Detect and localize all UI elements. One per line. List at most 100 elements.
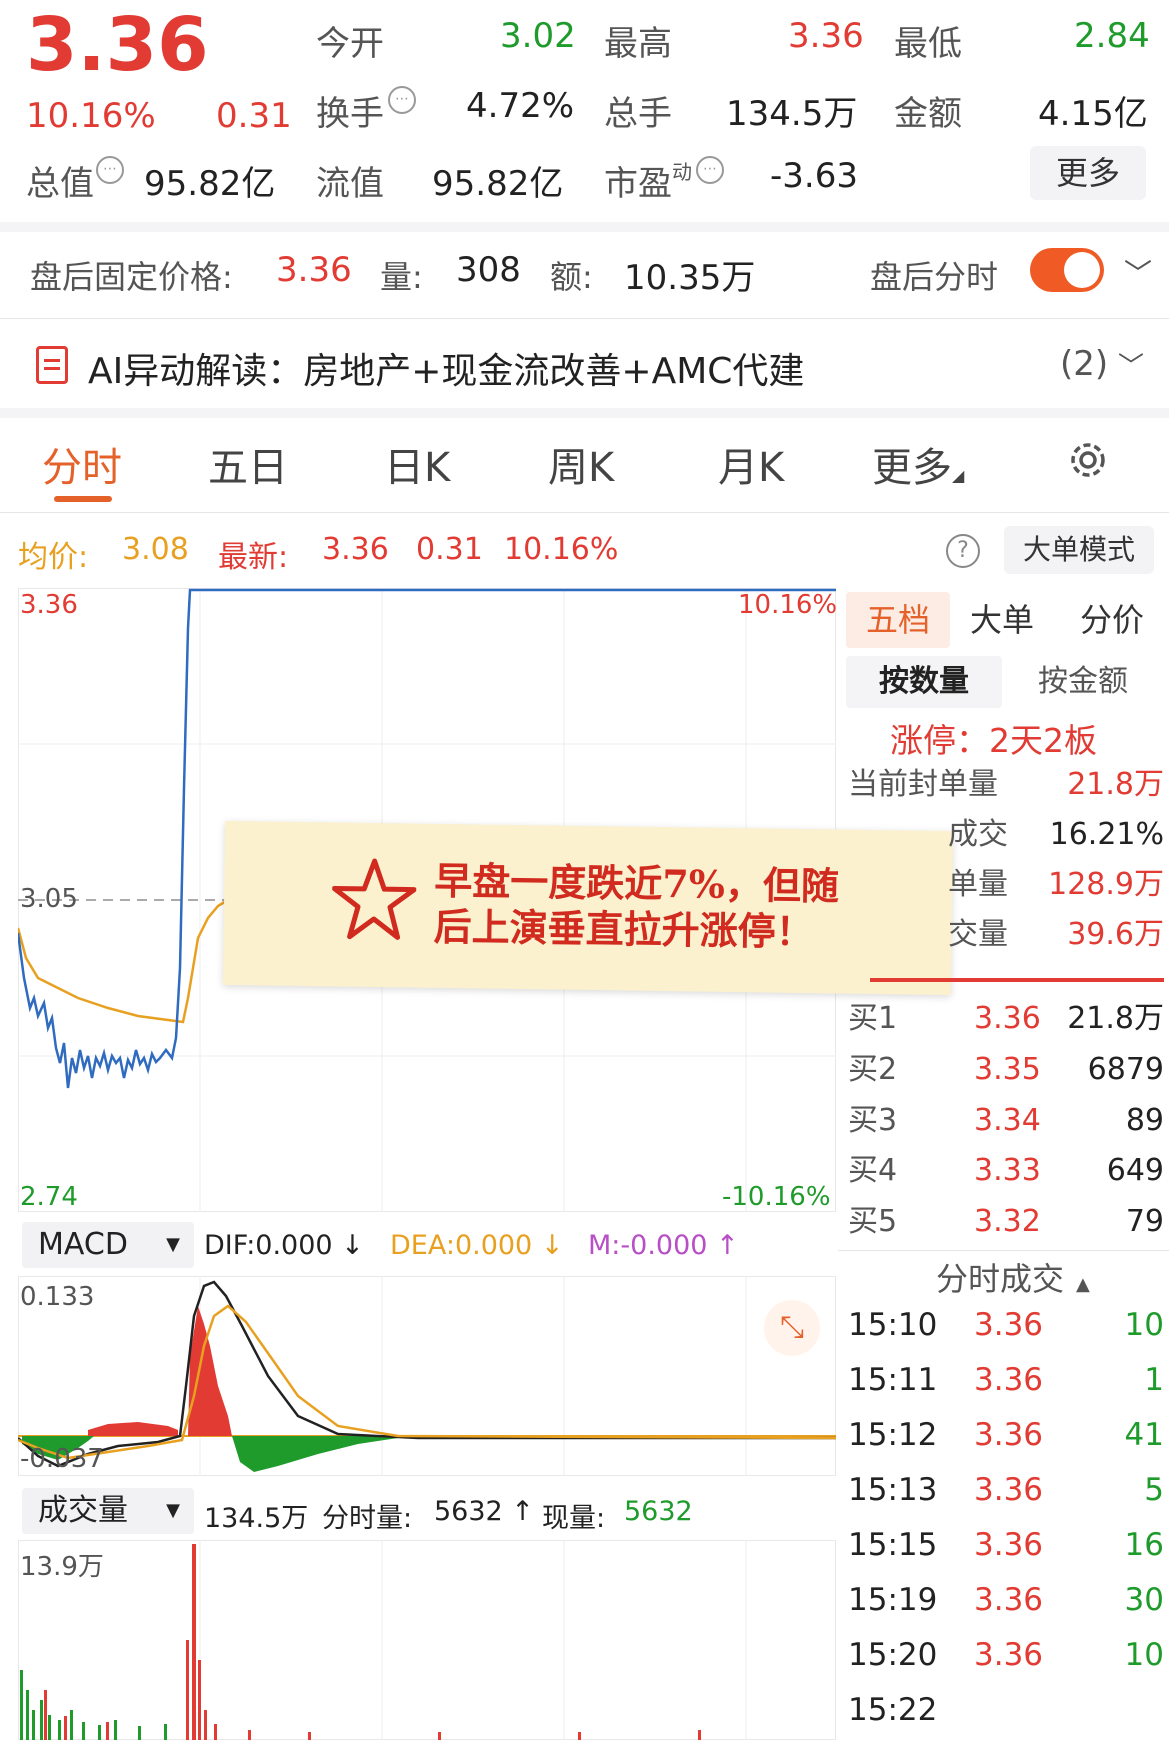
tab-monthly-k[interactable]: 月K: [718, 435, 784, 493]
pct-axis-bottom: -10.16%: [722, 1182, 831, 1212]
volume-bar: [20, 1670, 23, 1740]
tick-price: 3.36: [974, 1527, 1044, 1563]
volume-bar: [698, 1730, 701, 1740]
latest-price-value: 3.36: [322, 532, 389, 567]
info-icon[interactable]: ⋯: [96, 156, 124, 184]
tick-time: 15:15: [848, 1527, 938, 1563]
more-stats-button[interactable]: 更多: [1030, 146, 1146, 200]
divider: [0, 408, 1169, 418]
help-icon[interactable]: ?: [946, 534, 980, 568]
latest-price-label: 最新:: [218, 540, 289, 575]
tab-five-levels[interactable]: 五档: [846, 592, 950, 648]
stat-value-high: 3.36: [788, 16, 864, 56]
macd-dif: DIF:0.000 ↓: [204, 1230, 364, 1261]
chevron-down-icon[interactable]: ﹀: [1124, 252, 1152, 292]
macd-hist-negative: [232, 1436, 418, 1472]
annotation-text: 早盘一度跌近7%，但随 后上演垂直拉升涨停！: [433, 857, 840, 955]
stat-value-market-cap: 95.82亿: [144, 164, 276, 204]
volume-bars-red: [44, 1544, 701, 1740]
tick-row: 15:15 3.36 16: [848, 1518, 1164, 1573]
stat-value-volume: 134.5万: [726, 94, 858, 134]
volume-bar: [186, 1640, 189, 1740]
avg-price-line: [18, 898, 229, 1024]
info-icon[interactable]: ⋯: [388, 86, 416, 114]
info-icon[interactable]: ⋯: [696, 156, 724, 184]
market-cap-label-text: 总值: [26, 164, 94, 204]
tab-big-orders[interactable]: 大单: [970, 592, 1034, 648]
tab-intraday[interactable]: 分时: [42, 435, 122, 493]
caret-up-icon: ▲: [1076, 1274, 1090, 1295]
latest-change-percent: 10.16%: [504, 532, 619, 567]
bid-row: 买5 3.32 79: [848, 1197, 1164, 1247]
corner-triangle-icon: ◢: [952, 466, 965, 485]
subtab-by-quantity[interactable]: 按数量: [846, 656, 1002, 708]
tick-row: 15:22: [848, 1683, 1164, 1738]
bid-volume: 649: [1106, 1153, 1164, 1188]
latest-change-value: 0.31: [416, 532, 483, 567]
chevron-down-icon[interactable]: ﹀: [1118, 346, 1144, 383]
bid-price: 3.34: [974, 1103, 1041, 1138]
ai-report-icon-line: [44, 359, 60, 362]
tick-volume: 10: [1124, 1637, 1164, 1673]
expand-icon[interactable]: ⤡: [764, 1300, 820, 1356]
volume-period-value: 5632 ↑: [434, 1496, 534, 1527]
tick-volume: 30: [1124, 1582, 1164, 1618]
tab-more[interactable]: 更多◢: [872, 435, 964, 493]
macd-dea: DEA:0.000 ↓: [390, 1230, 564, 1261]
volume-bar: [248, 1730, 251, 1740]
macd-selector[interactable]: MACD ▼: [22, 1222, 194, 1268]
volume-bar: [70, 1710, 73, 1740]
volume-axis-top: 13.9万: [20, 1552, 104, 1582]
tick-time: 15:11: [848, 1362, 938, 1398]
chart-frame: [18, 1540, 836, 1740]
seal-stat-label: 当前封单量: [848, 767, 998, 802]
after-hours-price: 3.36: [276, 250, 352, 290]
limit-up-status: 涨停：2天2板: [890, 721, 1097, 760]
turnover-label-text: 换手: [316, 94, 384, 134]
volume-period-label: 分时量:: [322, 1503, 413, 1534]
subtab-by-amount[interactable]: 按金额: [1004, 656, 1162, 708]
bid-price: 3.35: [974, 1052, 1041, 1087]
bid-ask-divider: [870, 978, 1164, 982]
tick-row: 15:12 3.36 41: [848, 1408, 1164, 1463]
after-hours-amt: 10.35万: [624, 258, 756, 298]
volume-bar: [578, 1732, 581, 1740]
seal-stat-row: 单量 128.9万: [848, 860, 1164, 910]
tab-weekly-k[interactable]: 周K: [548, 435, 614, 493]
tab-price-distribution[interactable]: 分价: [1080, 592, 1144, 648]
after-hours-toggle[interactable]: [1030, 248, 1104, 292]
after-hours-toggle-label: 盘后分时: [870, 258, 999, 296]
volume-bar: [106, 1722, 109, 1740]
stat-label-high: 最高: [604, 24, 672, 64]
tab-five-day[interactable]: 五日: [208, 435, 288, 493]
seal-stat-label: 成交: [948, 817, 1008, 852]
tick-price: 3.36: [974, 1417, 1044, 1453]
big-order-mode-button[interactable]: 大单模式: [1004, 526, 1154, 574]
volume-bar: [204, 1710, 207, 1740]
volume-bar: [308, 1732, 311, 1740]
stat-value-amount: 4.15亿: [1038, 94, 1148, 134]
macd-axis-top: 0.133: [20, 1282, 95, 1312]
ai-interpretation-count[interactable]: (2): [1060, 344, 1108, 384]
tick-volume: 5: [1144, 1472, 1164, 1508]
settings-gear-icon[interactable]: [1064, 436, 1112, 484]
tick-time: 15:22: [848, 1692, 938, 1728]
stat-label-turnover: 换手 ⋯: [316, 86, 416, 135]
seal-stat-value: 128.9万: [1048, 867, 1164, 902]
tick-volume: 1: [1144, 1362, 1164, 1398]
tick-row: 15:10 3.36 10: [848, 1298, 1164, 1353]
volume-bar: [32, 1710, 35, 1740]
macd-chart: [18, 1276, 836, 1476]
change-value: 0.31: [216, 96, 292, 136]
volume-selector[interactable]: 成交量 ▼: [22, 1488, 194, 1534]
volume-current-value: 5632: [624, 1496, 693, 1527]
after-hours-label: 盘后固定价格:: [30, 258, 233, 296]
tab-more-label: 更多: [872, 445, 952, 491]
ai-interpretation-text[interactable]: AI异动解读：房地产+现金流改善+AMC代建: [88, 342, 804, 394]
bid-price: 3.32: [974, 1204, 1041, 1239]
tab-daily-k[interactable]: 日K: [384, 435, 450, 493]
divider: [0, 512, 1169, 513]
divider: [0, 222, 1169, 232]
bid-label: 买4: [848, 1153, 898, 1188]
volume-total: 134.5万: [204, 1503, 309, 1534]
